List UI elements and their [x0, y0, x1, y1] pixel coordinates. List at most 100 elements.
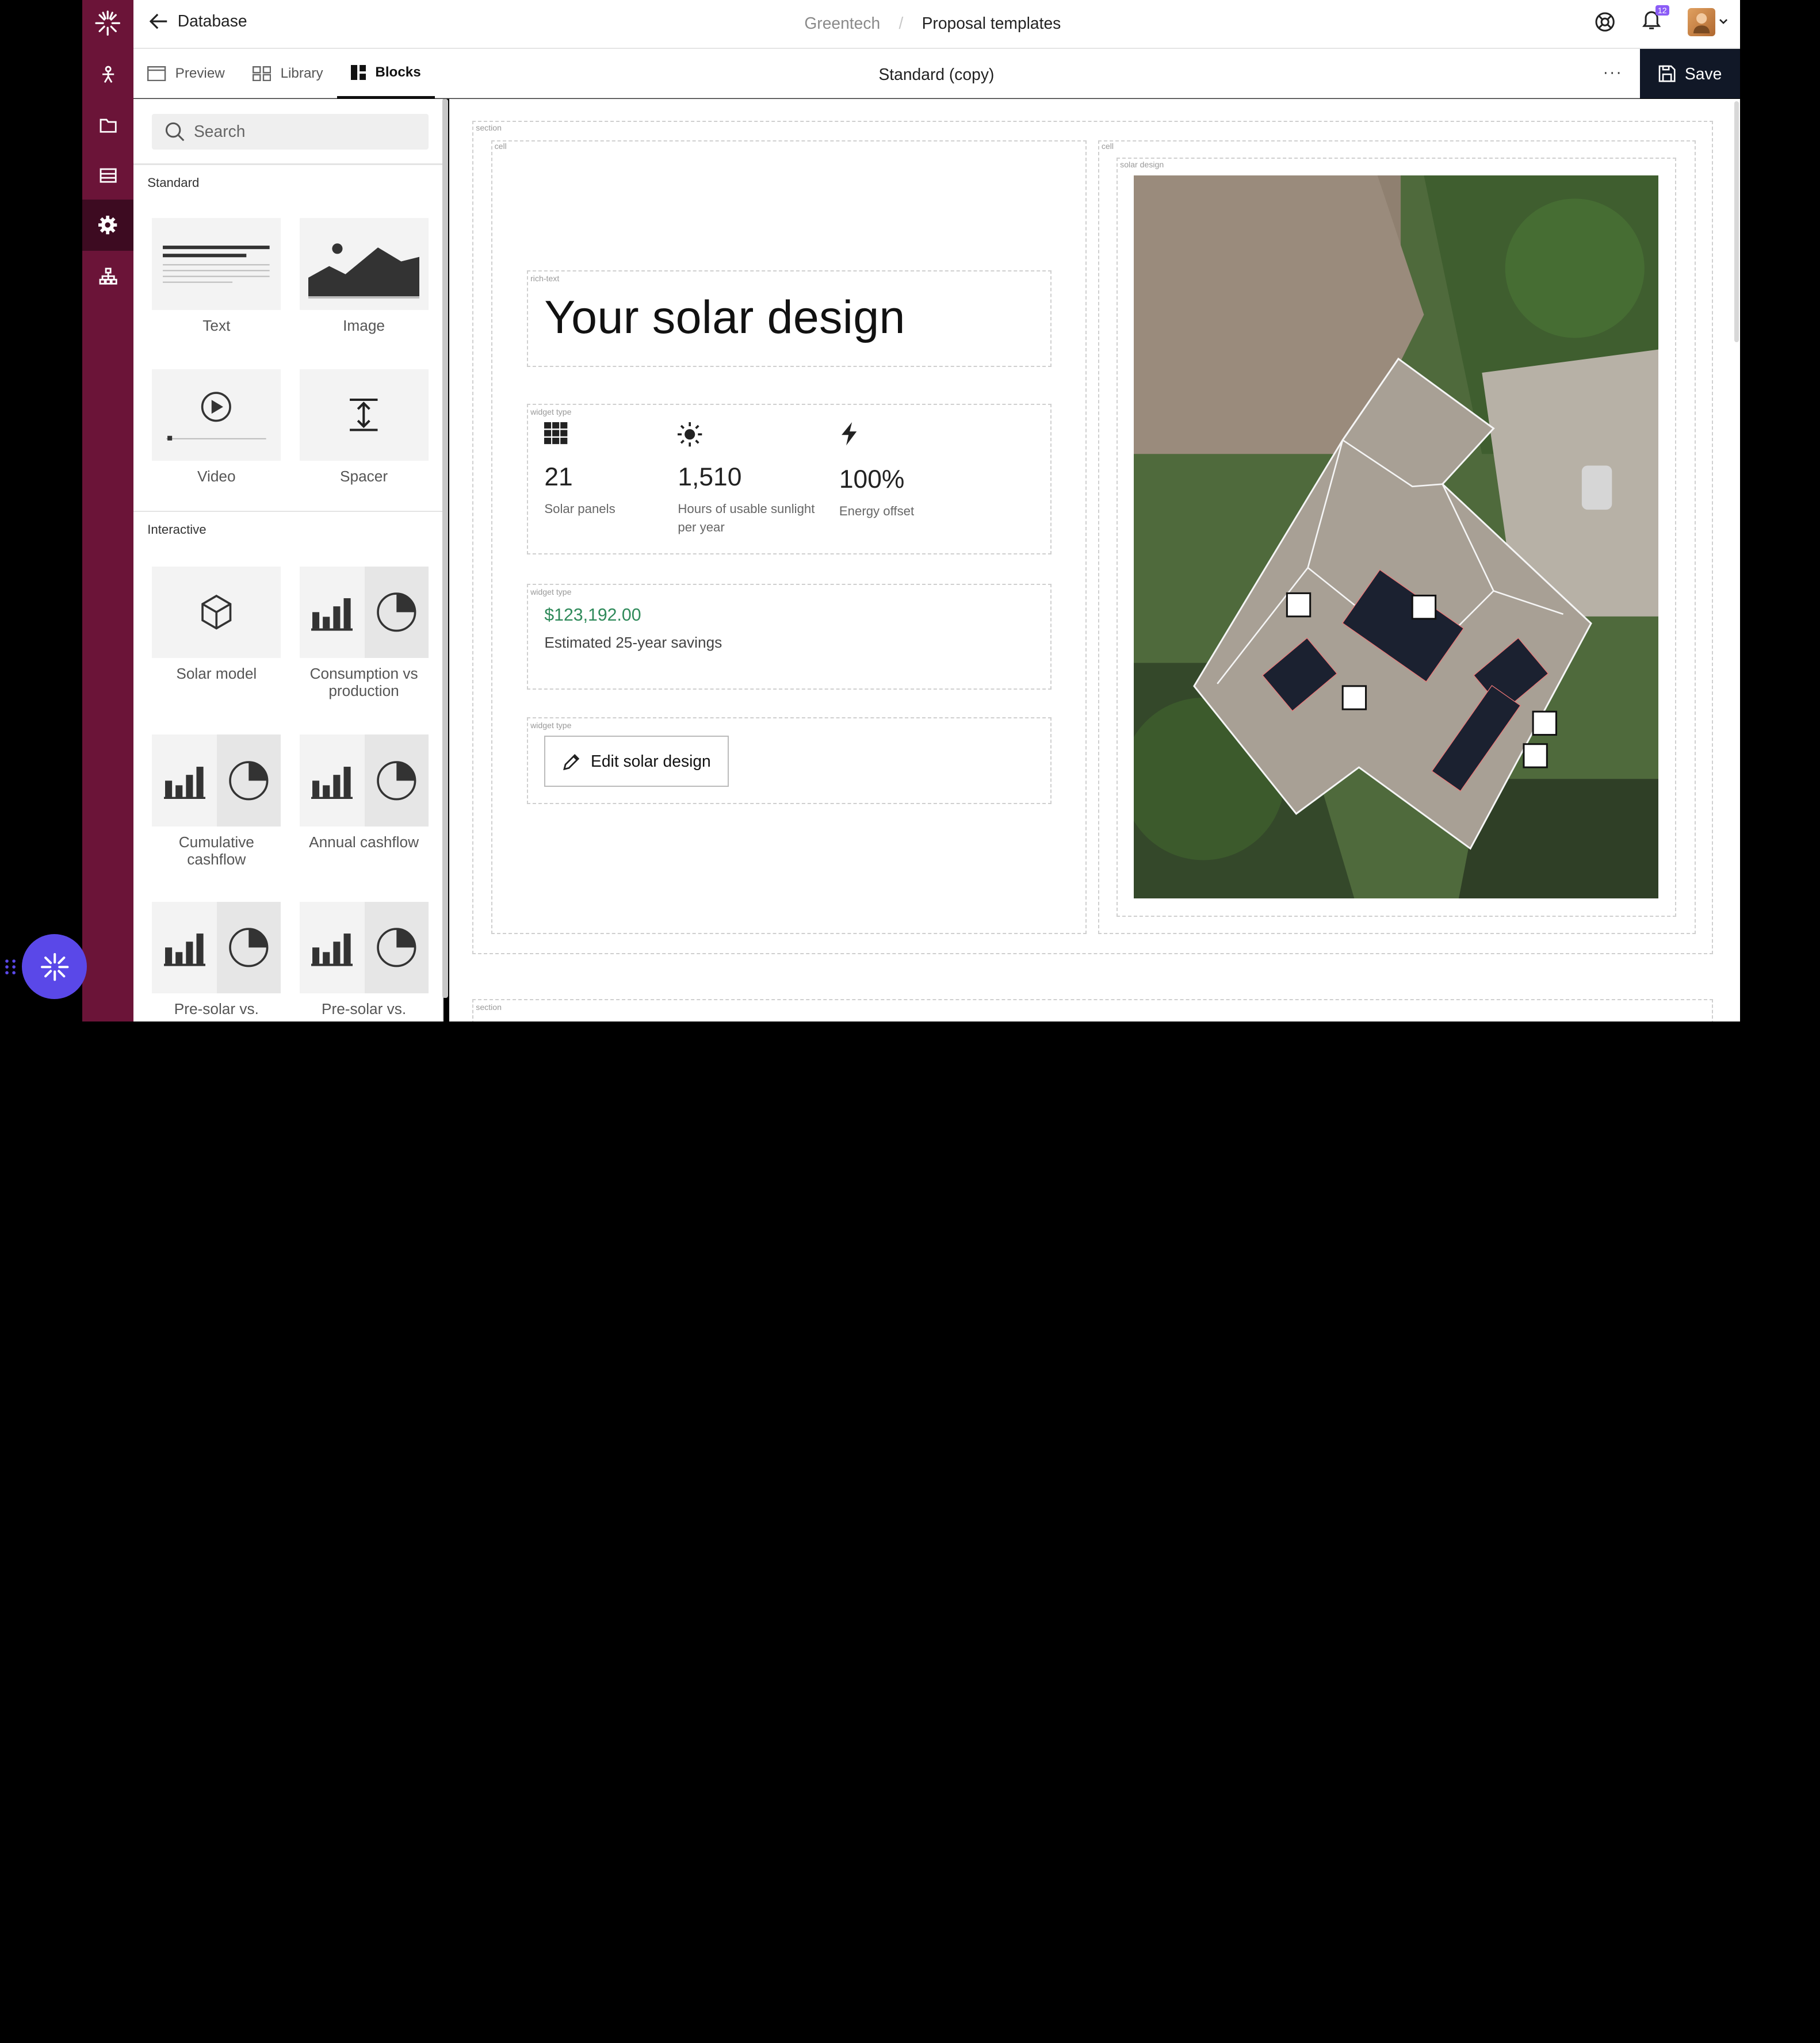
widget-type-label: widget type — [530, 407, 572, 417]
bar-chart-icon — [311, 598, 353, 631]
block-label: Pre-solar vs. — [321, 1000, 407, 1018]
breadcrumb-separator: / — [898, 14, 904, 33]
preview-icon — [147, 66, 166, 82]
text-block-thumbnail — [152, 218, 281, 310]
chart-block-thumbnail — [152, 734, 281, 827]
search-icon — [165, 122, 184, 141]
chart-block-thumbnail — [299, 734, 429, 827]
block-label: Cumulative cashflow — [178, 833, 254, 868]
solar-design-image — [1134, 175, 1659, 898]
avatar — [1687, 8, 1716, 36]
block-spacer[interactable]: Spacer — [299, 369, 429, 485]
top-bar: Database Greentech / Proposal templates … — [133, 0, 1740, 49]
breadcrumb-item-org[interactable]: Greentech — [804, 14, 880, 33]
pie-chart-icon — [376, 592, 416, 632]
sun-icon — [678, 422, 702, 447]
back-label: Database — [177, 12, 247, 30]
app-logo[interactable] — [94, 9, 121, 37]
block-label: Video — [197, 468, 236, 485]
stat-value: 1,510 — [678, 462, 742, 491]
blocks-sidebar: Search Standard Text Image Video Spacer … — [133, 98, 443, 1022]
aerial-roof-image — [1134, 175, 1659, 898]
back-button[interactable]: Database — [150, 12, 247, 30]
block-pre-solar-1[interactable]: Pre-solar vs. — [152, 901, 281, 1018]
block-label: Text — [202, 316, 231, 334]
rail-people-icon[interactable] — [82, 49, 133, 100]
rail-folder-icon[interactable] — [82, 100, 133, 151]
section-label: section — [476, 1003, 502, 1012]
sidebar-scrollbar[interactable] — [442, 98, 448, 998]
stat-energy-offset: 100% Energy offset — [839, 422, 990, 521]
video-block-thumbnail — [152, 369, 281, 461]
pie-chart-icon — [376, 760, 416, 801]
user-menu[interactable] — [1687, 8, 1729, 36]
search-input[interactable]: Search — [152, 113, 429, 150]
editor-tabs: Preview Library Blocks — [133, 49, 435, 99]
section-title-interactive: Interactive — [147, 522, 207, 537]
bar-chart-icon — [311, 766, 353, 799]
block-pre-solar-2[interactable]: Pre-solar vs. — [299, 901, 429, 1018]
widget-type-label: widget type — [530, 721, 572, 730]
stat-caption: Energy offset — [839, 504, 915, 519]
stat-solar-panels: 21 Solar panels — [544, 422, 695, 518]
assistant-fab-button[interactable] — [22, 934, 87, 1000]
block-consumption-vs-production[interactable]: Consumption vs production — [299, 566, 429, 700]
tab-blocks[interactable]: Blocks — [337, 49, 435, 99]
notification-badge: 12 — [1655, 5, 1669, 16]
edit-solar-design-button[interactable]: Edit solar design — [544, 736, 729, 787]
rail-database-icon[interactable] — [82, 150, 133, 201]
stat-sunlight-hours: 1,510 Hours of usable sunlight per year — [678, 422, 828, 537]
drag-handle-icon[interactable] — [5, 959, 16, 975]
block-solar-model[interactable]: Solar model — [152, 566, 281, 683]
stat-value: 100% — [839, 465, 905, 494]
divider — [133, 510, 442, 512]
solar-design-label: solar design — [1120, 160, 1164, 170]
block-label: Solar model — [176, 665, 257, 683]
spacer-block-thumbnail — [299, 369, 429, 461]
stat-caption: Solar panels — [544, 502, 615, 517]
play-icon — [166, 392, 267, 441]
breadcrumb: Greentech / Proposal templates — [804, 14, 1061, 33]
chart-block-thumbnail — [152, 901, 281, 994]
save-label: Save — [1684, 64, 1722, 83]
chevron-down-icon — [1719, 19, 1728, 25]
lightning-icon — [841, 422, 857, 446]
tab-preview[interactable]: Preview — [133, 49, 239, 99]
notifications-button[interactable]: 12 — [1641, 5, 1669, 35]
editor-canvas: section cell cell solar design rich-text… — [449, 98, 1740, 1022]
hero-title: Your solar design — [544, 292, 905, 344]
widget-type-label: widget type — [530, 587, 572, 596]
block-annual-cashflow[interactable]: Annual cashflow — [299, 734, 429, 851]
breadcrumb-item-current: Proposal templates — [922, 14, 1061, 33]
block-label: Pre-solar vs. — [174, 1000, 259, 1018]
save-button[interactable]: Save — [1640, 48, 1740, 99]
block-video[interactable]: Video — [152, 369, 281, 485]
blocks-icon — [350, 65, 366, 81]
cell-label: cell — [494, 141, 507, 151]
block-cumulative-cashflow[interactable]: Cumulative cashflow — [152, 734, 281, 868]
edit-button-label: Edit solar design — [591, 752, 711, 771]
bar-chart-icon — [163, 933, 206, 966]
tab-library[interactable]: Library — [239, 49, 337, 99]
tab-blocks-label: Blocks — [375, 64, 421, 81]
canvas-scrollbar[interactable] — [1734, 101, 1739, 343]
block-image[interactable]: Image — [299, 218, 429, 334]
more-options-button[interactable]: ··· — [1603, 63, 1623, 82]
tab-library-label: Library — [280, 66, 323, 82]
section-label: section — [476, 123, 502, 132]
stat-caption: Hours of usable sunlight per year — [678, 502, 815, 535]
top-actions: 12 — [1595, 5, 1729, 36]
block-label: Spacer — [340, 468, 388, 485]
help-lifebuoy-icon[interactable] — [1595, 12, 1615, 32]
rail-hierarchy-icon[interactable] — [82, 251, 133, 302]
pencil-icon — [563, 753, 579, 770]
cube-icon — [201, 595, 232, 630]
block-text[interactable]: Text — [152, 218, 281, 334]
stat-value: 21 — [544, 462, 573, 491]
block-label: Image — [343, 316, 385, 334]
save-icon — [1658, 65, 1676, 82]
rail-settings-icon[interactable] — [82, 200, 134, 251]
pie-chart-icon — [229, 760, 269, 801]
document-title[interactable]: Standard (copy) — [878, 65, 994, 84]
next-section-frame[interactable] — [472, 999, 1714, 1022]
